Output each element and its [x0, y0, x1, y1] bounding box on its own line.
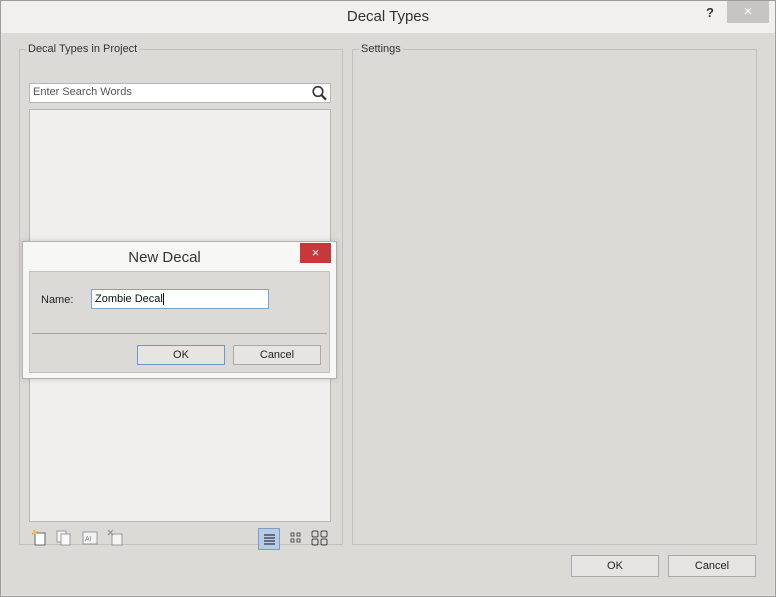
delete-icon[interactable] [106, 528, 126, 548]
close-button[interactable]: × [727, 1, 769, 23]
search-input[interactable]: Enter Search Words [29, 83, 331, 103]
svg-text:AI: AI [85, 536, 92, 543]
rename-icon[interactable]: AI [80, 528, 100, 548]
new-decal-icon[interactable] [30, 528, 50, 548]
search-placeholder: Enter Search Words [33, 86, 132, 98]
name-field-value: Zombie Decal [95, 293, 163, 305]
new-decal-close-button[interactable]: × [300, 243, 331, 263]
list-view-icon[interactable] [258, 528, 280, 550]
search-icon[interactable] [311, 85, 328, 101]
cancel-button[interactable]: Cancel [668, 555, 756, 577]
title-bar: Decal Types ? × [1, 1, 775, 33]
settings-group-label: Settings [359, 43, 403, 55]
name-field[interactable]: Zombie Decal [91, 289, 269, 309]
separator [32, 333, 327, 334]
text-caret [162, 293, 164, 306]
decal-types-dialog: Decal Types ? × Decal Types in Project E… [0, 0, 776, 597]
new-decal-cancel-button[interactable]: Cancel [233, 345, 321, 365]
new-decal-content: Name: Zombie Decal OK Cancel [29, 271, 330, 373]
new-decal-ok-button[interactable]: OK [137, 345, 225, 365]
decal-types-group-label: Decal Types in Project [26, 43, 140, 55]
name-label: Name: [41, 294, 74, 306]
new-decal-title: New Decal [128, 249, 201, 266]
ok-button[interactable]: OK [571, 555, 659, 577]
new-decal-dialog: New Decal × Name: Zombie Decal OK Cancel [22, 241, 337, 379]
large-grid-view-icon[interactable] [310, 528, 330, 548]
duplicate-icon[interactable] [54, 528, 74, 548]
help-button[interactable]: ? [701, 4, 719, 22]
dialog-title: Decal Types [346, 8, 430, 25]
small-grid-view-icon[interactable] [286, 528, 306, 548]
settings-group: Settings [352, 43, 757, 545]
